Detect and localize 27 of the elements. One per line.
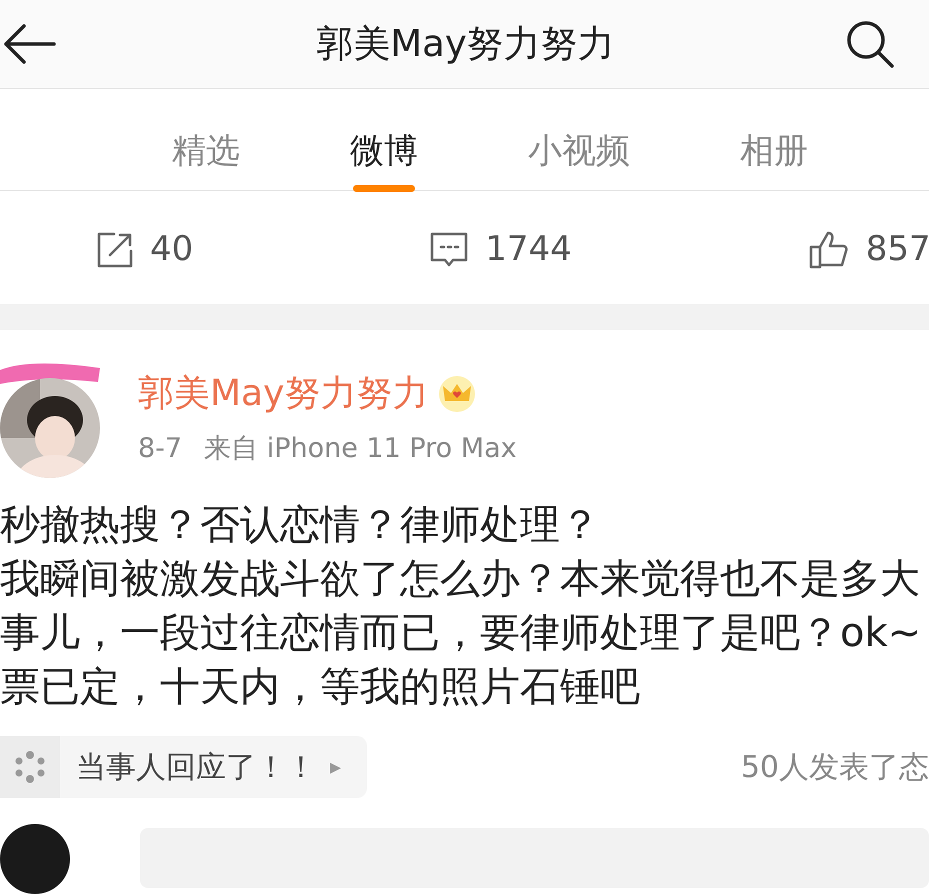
count: 1744 — [485, 228, 572, 272]
search-icon[interactable] — [845, 18, 895, 69]
tab[interactable]: 小视频 — [528, 126, 630, 175]
topic-label: 当事人回应了！！ — [76, 748, 316, 786]
author-name[interactable]: 郭美May努力努力 — [138, 366, 428, 421]
flower-icon — [13, 750, 47, 784]
share-icon — [96, 230, 134, 269]
post-text-line: 我瞬间被激发战斗欲了怎么办？本来觉得也不是多大 — [0, 555, 920, 604]
count: 40 — [150, 228, 194, 272]
tab[interactable]: 微博 — [350, 126, 418, 175]
count: 857 — [866, 228, 929, 272]
thumbs-up-icon — [808, 230, 850, 270]
post-source: 来自 iPhone 11 Pro Max — [204, 432, 517, 466]
post-text-line: 事儿，一段过往恋情而已，要律师处理了是吧？ok~ — [0, 609, 922, 658]
tab[interactable]: 精选 — [172, 126, 240, 175]
post-text-line: 票已定，十天内，等我的照片石锤吧 — [0, 663, 640, 712]
reaction-count: 50人发表了态 — [740, 748, 929, 786]
caret-icon: ▸ — [330, 750, 342, 784]
post-text-line: 秒撤热搜？否认恋情？律师处理？ — [0, 501, 600, 550]
tab[interactable]: 相册 — [740, 126, 808, 175]
crown-icon — [438, 374, 476, 413]
back-icon[interactable] — [2, 22, 56, 65]
topic-chip[interactable]: 当事人回应了！！ ▸ — [0, 736, 368, 798]
post-date: 8-7 — [138, 432, 182, 466]
tab-underline — [353, 184, 415, 192]
comment-icon — [429, 230, 470, 269]
page-title: 郭美May努力努力 — [316, 21, 615, 68]
